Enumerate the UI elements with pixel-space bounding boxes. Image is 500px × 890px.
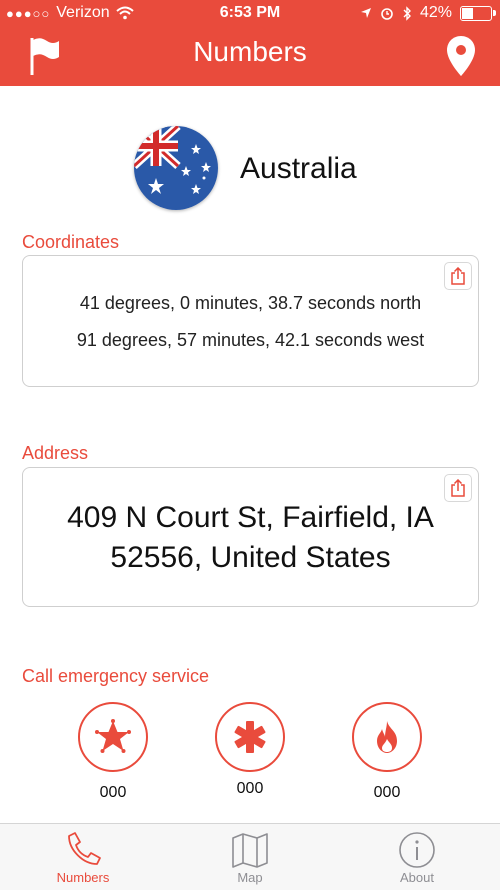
address-line-2: 52556, United States bbox=[110, 541, 391, 574]
call-ambulance-button[interactable] bbox=[215, 702, 285, 772]
map-icon bbox=[232, 833, 268, 868]
tab-numbers-label: Numbers bbox=[56, 870, 110, 885]
country-section: Australia bbox=[0, 126, 500, 212]
call-police-button[interactable] bbox=[78, 702, 148, 772]
country-name: Australia bbox=[240, 152, 357, 185]
medical-service: 000 bbox=[215, 702, 285, 798]
share-icon bbox=[451, 479, 465, 497]
map-pin-icon bbox=[447, 36, 475, 76]
phone-icon bbox=[68, 832, 101, 865]
battery-percent: 42% bbox=[419, 4, 452, 21]
battery-icon bbox=[460, 5, 496, 21]
bluetooth-icon bbox=[403, 5, 411, 21]
police-service: 000 bbox=[78, 702, 148, 802]
address-line-1: 409 N Court St, Fairfield, IA bbox=[67, 501, 434, 534]
address-text: 409 N Court St, Fairfield, IA 52556, Uni… bbox=[23, 498, 478, 578]
tab-numbers[interactable]: Numbers bbox=[28, 830, 138, 885]
page-title: Numbers bbox=[193, 36, 307, 67]
ambulance-number: 000 bbox=[236, 780, 264, 797]
address-label: Address bbox=[22, 443, 89, 463]
location-arrow-icon bbox=[360, 8, 371, 18]
info-icon bbox=[399, 832, 435, 868]
coordinates-share-button[interactable] bbox=[444, 262, 472, 290]
fire-service: 000 bbox=[352, 702, 422, 802]
status-right: 42% bbox=[360, 4, 496, 22]
coordinates-label: Coordinates bbox=[22, 232, 120, 252]
coordinates-card: 41 degrees, 0 minutes, 38.7 seconds nort… bbox=[22, 255, 479, 387]
tab-about-label: About bbox=[400, 870, 434, 885]
call-fire-button[interactable] bbox=[352, 702, 422, 772]
tab-map-label: Map bbox=[237, 870, 263, 885]
coordinates-line-1: 41 degrees, 0 minutes, 38.7 seconds nort… bbox=[79, 293, 422, 313]
tab-map[interactable]: Map bbox=[195, 830, 305, 885]
share-icon bbox=[451, 267, 465, 285]
coordinates-line-2: 91 degrees, 57 minutes, 42.1 seconds wes… bbox=[76, 330, 425, 350]
tab-about[interactable]: About bbox=[362, 830, 472, 885]
address-card: 409 N Court St, Fairfield, IA 52556, Uni… bbox=[22, 467, 479, 607]
medical-cross-icon bbox=[234, 721, 266, 753]
police-number: 000 bbox=[99, 784, 127, 801]
status-bar: ●●●○○ Verizon 6:53 PM 42% bbox=[0, 0, 500, 28]
tab-bar: Numbers Map About bbox=[0, 823, 500, 890]
fire-icon bbox=[377, 721, 397, 753]
fire-number: 000 bbox=[373, 784, 401, 801]
police-star-icon bbox=[95, 719, 131, 753]
emergency-label: Call emergency service bbox=[22, 666, 210, 686]
location-button[interactable] bbox=[446, 35, 476, 77]
alarm-clock-icon bbox=[381, 8, 393, 20]
emergency-services: 000 000 000 bbox=[0, 702, 500, 802]
navigation-header: ●●●○○ Verizon 6:53 PM 42% Numbers bbox=[0, 0, 500, 86]
australia-flag-icon bbox=[134, 126, 218, 210]
battery-fill bbox=[462, 7, 474, 19]
